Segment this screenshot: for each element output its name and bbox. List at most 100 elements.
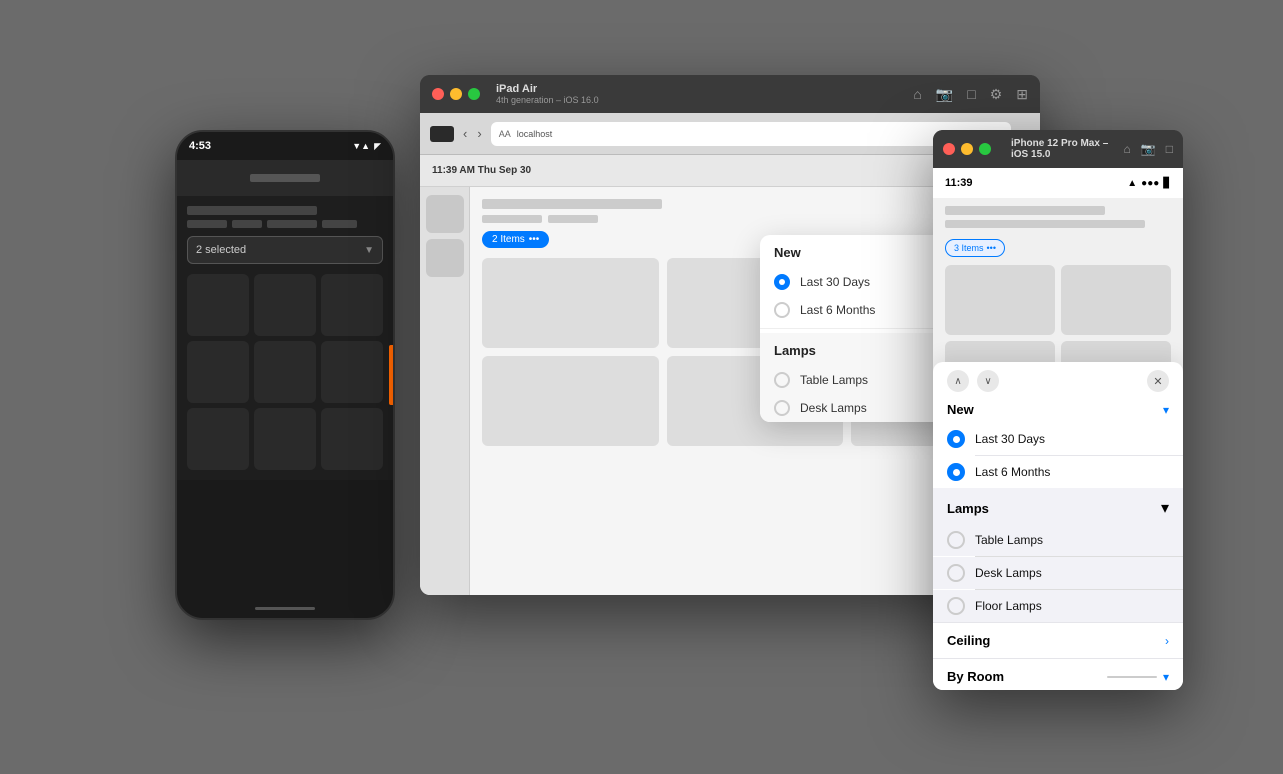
iphone-time: 11:39	[945, 177, 973, 189]
iphone-ceiling-label: Ceiling	[947, 633, 990, 648]
android-top-bar	[177, 160, 393, 196]
ipad-radio-last6months[interactable]	[774, 302, 790, 318]
iphone-floor-lamps-label: Floor Lamps	[975, 599, 1042, 613]
iphone-popup-close[interactable]: ✕	[1147, 370, 1169, 392]
iphone-popup-lamps-header[interactable]: Lamps ▾	[933, 488, 1183, 524]
ipad-maximize-button[interactable]	[468, 88, 480, 100]
iphone-table-lamps-label: Table Lamps	[975, 533, 1043, 547]
iphone-header-line2	[945, 220, 1145, 228]
ipad-aa-label: AA	[499, 129, 511, 139]
iphone-radio-table-lamps[interactable]	[947, 531, 965, 549]
android-grid-item-2[interactable]	[254, 274, 316, 336]
iphone-popup-nav-down[interactable]: ∨	[977, 370, 999, 392]
android-grid-item-3[interactable]	[321, 274, 383, 336]
iphone-camera-icon[interactable]: 📷	[1141, 142, 1156, 156]
ipad-table-lamps-label: Table Lamps	[800, 373, 868, 387]
iphone-signal-icon: ●●●	[1141, 178, 1159, 189]
iphone-popup-desk-lamps[interactable]: Desk Lamps	[933, 557, 1183, 589]
android-wifi-icon: ◤	[374, 141, 381, 152]
android-grid-item-7[interactable]	[187, 408, 249, 470]
ipad-camera-icon[interactable]: 📷	[936, 86, 953, 103]
ipad-dropdown-last30[interactable]: Last 30 Days	[760, 268, 960, 296]
ipad-dropdown-new-title: New	[774, 245, 801, 260]
android-selector-arrow: ▼	[364, 245, 374, 256]
ipad-grid-item-1[interactable]	[482, 258, 659, 348]
ipad-settings-icon[interactable]: ⚙	[990, 86, 1003, 103]
back-icon[interactable]: ‹	[460, 126, 470, 141]
android-grid-item-5[interactable]	[254, 341, 316, 403]
ipad-dropdown-table-lamps[interactable]: Table Lamps	[760, 366, 960, 394]
iphone-ceiling-chevron: ›	[1165, 634, 1169, 648]
iphone-radio-last6months[interactable]	[947, 463, 965, 481]
ipad-close-button[interactable]	[432, 88, 444, 100]
ipad-sidebar-item-2[interactable]	[426, 239, 464, 277]
iphone-popup-table-lamps[interactable]: Table Lamps	[933, 524, 1183, 556]
android-signal-icon: ▼▲	[352, 141, 370, 151]
iphone-radio-last30[interactable]	[947, 430, 965, 448]
ipad-device-sub: 4th generation – iOS 16.0	[496, 95, 905, 105]
ipad-share-icon[interactable]: □	[967, 86, 975, 103]
android-header-word1	[187, 220, 227, 228]
iphone-minimize-button[interactable]	[961, 143, 973, 155]
ipad-grid-icon[interactable]: ⊞	[1016, 86, 1028, 103]
iphone-last6months-label: Last 6 Months	[975, 465, 1050, 479]
iphone-popup-nav-up[interactable]: ∧	[947, 370, 969, 392]
iphone-popup-floor-lamps[interactable]: Floor Lamps	[933, 590, 1183, 622]
ipad-dropdown-desk-lamps[interactable]: Desk Lamps	[760, 394, 960, 422]
android-header-line2	[187, 220, 383, 228]
iphone-share-icon[interactable]: □	[1166, 142, 1173, 156]
android-grid-item-1[interactable]	[187, 274, 249, 336]
iphone-home-icon[interactable]: ⌂	[1124, 142, 1131, 156]
ipad-dropdown-last6months[interactable]: Last 6 Months	[760, 296, 960, 324]
forward-icon[interactable]: ›	[474, 126, 484, 141]
ipad-minimize-button[interactable]	[450, 88, 462, 100]
ipad-radio-last30[interactable]	[774, 274, 790, 290]
android-home-bar	[255, 607, 315, 610]
ipad-grid-item-4[interactable]	[482, 356, 659, 446]
iphone-popup-byroom-row[interactable]: By Room ▾	[933, 658, 1183, 690]
iphone-title-info: iPhone 12 Pro Max – iOS 15.0	[1011, 138, 1118, 160]
ipad-desk-lamps-label: Desk Lamps	[800, 401, 867, 415]
iphone-radio-desk-lamps[interactable]	[947, 564, 965, 582]
ipad-filter-chip[interactable]: 2 Items •••	[482, 231, 549, 248]
android-grid-item-9[interactable]	[321, 408, 383, 470]
iphone-grid-item-1[interactable]	[945, 265, 1055, 335]
iphone-popup-last6months[interactable]: Last 6 Months	[933, 456, 1183, 488]
android-header-word4	[322, 220, 357, 228]
ipad-browser-nav: ‹ ›	[460, 126, 485, 141]
iphone-filter-chip[interactable]: 3 Items •••	[945, 239, 1005, 257]
ipad-sidebar-item-1[interactable]	[426, 195, 464, 233]
iphone-popup-ceiling-row[interactable]: Ceiling ›	[933, 622, 1183, 658]
android-header-line1	[187, 206, 317, 215]
iphone-grid-item-2[interactable]	[1061, 265, 1171, 335]
ipad-sim-time: 11:39 AM Thu Sep 30	[432, 165, 531, 176]
android-grid	[187, 274, 383, 470]
iphone-byroom-label: By Room	[947, 669, 1004, 684]
iphone-popup-last30[interactable]: Last 30 Days	[933, 423, 1183, 455]
android-title-block	[250, 174, 320, 182]
ipad-header-line1	[482, 199, 662, 209]
android-header-word2	[232, 220, 262, 228]
iphone-frame: 11:39 ▲ ●●● ▊ 3 Items •••	[933, 168, 1183, 690]
ipad-home-icon[interactable]: ⌂	[913, 86, 921, 103]
android-grid-item-4[interactable]	[187, 341, 249, 403]
iphone-filter-bar: 3 Items •••	[933, 239, 1183, 257]
ipad-radio-desk-lamps[interactable]	[774, 400, 790, 416]
android-selector[interactable]: 2 selected ▼	[187, 236, 383, 264]
iphone-popup-new-header[interactable]: New ▾	[933, 392, 1183, 423]
android-header-blocks	[187, 206, 383, 228]
iphone-radio-floor-lamps[interactable]	[947, 597, 965, 615]
ipad-header-word1	[482, 215, 542, 223]
ipad-filter-chip-label: 2 Items	[492, 234, 525, 245]
ipad-dropdown-new-header[interactable]: New ▾	[760, 235, 960, 268]
android-status-bar: 4:53 ▼▲ ◤	[177, 132, 393, 160]
iphone-close-button[interactable]	[943, 143, 955, 155]
ipad-dropdown-lamps-header[interactable]: Lamps ▾	[760, 333, 960, 366]
iphone-window: iPhone 12 Pro Max – iOS 15.0 ⌂ 📷 □ 11:39…	[933, 130, 1183, 690]
ipad-browser-status	[430, 126, 454, 142]
android-grid-item-6[interactable]	[321, 341, 383, 403]
android-grid-item-8[interactable]	[254, 408, 316, 470]
iphone-maximize-button[interactable]	[979, 143, 991, 155]
android-accent-bar	[389, 345, 393, 405]
ipad-radio-table-lamps[interactable]	[774, 372, 790, 388]
